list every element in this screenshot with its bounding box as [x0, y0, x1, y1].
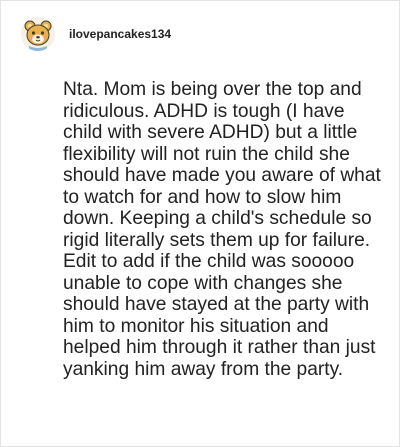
bear-mascot-icon	[21, 17, 55, 51]
avatar[interactable]	[21, 17, 55, 51]
comment-card: ilovepancakes134 Nta. Mom is being over …	[0, 0, 400, 447]
comment-header: ilovepancakes134	[21, 13, 171, 55]
comment-text: Nta. Mom is being over the top and ridic…	[63, 79, 381, 380]
comment-username[interactable]: ilovepancakes134	[69, 27, 171, 41]
